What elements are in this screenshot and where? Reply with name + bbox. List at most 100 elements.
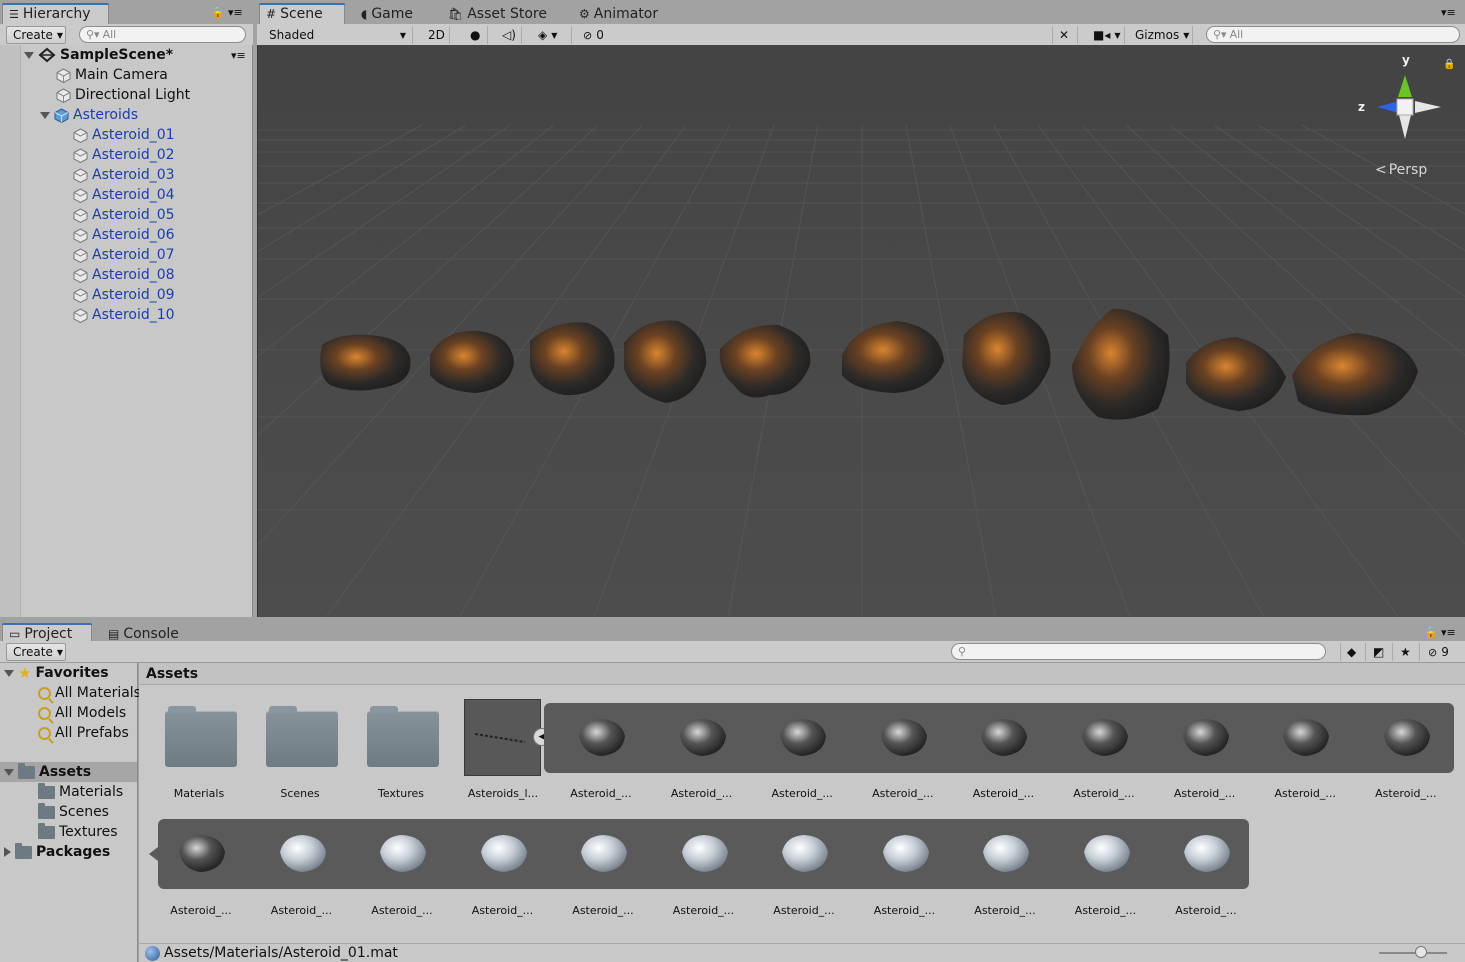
gizmos-dropdown[interactable]: Gizmos ▼ [1129,26,1193,44]
asset-folder-item[interactable]: Textures [38,822,118,842]
asteroid-material-icon [1082,719,1128,756]
create-button[interactable]: Create ▼ [6,643,66,661]
projection-toggle[interactable]: < Persp [1375,162,1427,178]
tab-asset-store[interactable]: 🛍 Asset Store [442,3,553,24]
hidden-objects-toggle[interactable]: ⊘ 0 [577,26,613,44]
scene-search-input[interactable]: ⚲▾ All [1206,26,1460,43]
shapes-icon: ◆ [1347,645,1357,659]
hierarchy-child-row[interactable]: Asteroid_07 [73,245,175,265]
save-search-button[interactable]: ★ [1394,643,1420,661]
hierarchy-item-asteroids[interactable]: Asteroids [40,105,138,125]
gameobject-cube-icon [73,187,88,203]
store-bag-icon: 🛍 [448,6,464,21]
hierarchy-child-row[interactable]: Asteroid_10 [73,305,175,325]
asteroid-material-icon [1083,835,1130,872]
pacman-icon: ◖ [361,6,368,21]
hierarchy-item-main-camera[interactable]: Main Camera [56,65,168,85]
collapse-arrow-icon[interactable] [4,768,14,776]
tools-toggle-button[interactable]: ✕ [1052,26,1078,44]
scene-panel: # Scene ◖ Game 🛍 Asset Store ⚙ Animator … [257,0,1465,617]
asteroid-material-icon [780,719,827,756]
effects-dropdown-button[interactable]: ◈ ▼ [532,26,572,44]
slider-handle[interactable] [1415,946,1427,958]
gameobject-cube-icon [73,307,88,323]
scene-viewport[interactable]: y z 🔒 < Persp [257,45,1465,617]
effects-layers-icon: ◈ [538,28,548,42]
crossed-tools-icon: ✕ [1059,28,1070,42]
model-thumbnail [464,699,541,776]
panel-menu-icon[interactable]: ▾≡ [1441,6,1456,19]
hierarchy-child-row[interactable]: Asteroid_05 [73,205,175,225]
axis-y-label: y [1402,53,1410,67]
list-icon: ☰ [9,7,19,21]
expand-arrow-icon[interactable] [4,847,11,857]
assets-root-row[interactable]: Assets [4,762,91,782]
lighting-toggle-button[interactable]: ● [464,26,488,44]
hidden-packages-toggle[interactable]: ⊘ 9 [1422,643,1460,661]
search-filter-icon [38,706,51,720]
project-folder-tree: ★ Favorites All Materials All Models All… [0,663,141,962]
scene-root-row[interactable]: SampleScene* [24,45,173,65]
create-button[interactable]: Create ▼ [6,26,66,44]
packages-row[interactable]: Packages [4,842,110,862]
prefab-cube-icon [54,107,69,123]
gameobject-cube-icon [56,87,71,103]
tab-game[interactable]: ◖ Game [355,3,419,24]
hierarchy-child-row[interactable]: Asteroid_09 [73,285,175,305]
panel-menu-icon[interactable]: ▾≡ [1441,626,1456,639]
selected-asset-path: Assets/Materials/Asteroid_01.mat [164,945,398,961]
hierarchy-search-input[interactable]: ⚲▾ All [79,26,246,43]
scene-toolbar: Shaded ▼ 2D ● ◁) ◈ ▼ ⊘ 0 ✕ ■◂ ▼ Gizmos ▼ [257,24,1465,46]
shading-mode-dropdown[interactable]: Shaded ▼ [263,26,413,44]
panel-menu-icon[interactable]: ▾≡ [228,6,243,19]
orientation-gizmo[interactable] [1355,55,1455,155]
asteroid-material-icon [1184,835,1230,872]
collapse-arrow-icon[interactable] [40,111,50,119]
audio-toggle-button[interactable]: ◁) [496,26,522,44]
lock-icon[interactable]: 🔒 [1424,626,1438,639]
asset-folder-item[interactable]: Materials [38,782,123,802]
2d-toggle-button[interactable]: 2D [422,26,450,44]
gameobject-cube-icon [73,247,88,263]
breadcrumb: Assets [139,663,1465,685]
folder-icon [367,706,439,767]
asteroid-material-icon [480,835,527,872]
tab-scene[interactable]: # Scene [259,3,345,24]
speaker-icon: ◁) [502,28,516,42]
asteroid-material-icon [581,835,627,872]
favorite-item[interactable]: All Prefabs [38,723,129,743]
hierarchy-child-row[interactable]: Asteroid_04 [73,185,175,205]
hierarchy-item-directional-light[interactable]: Directional Light [56,85,190,105]
favorite-item[interactable]: All Materials [38,683,141,703]
scene-menu-icon[interactable]: ▾≡ [231,49,246,62]
favorite-item[interactable]: All Models [38,703,126,723]
hierarchy-child-row[interactable]: Asteroid_06 [73,225,175,245]
hierarchy-child-row[interactable]: Asteroid_02 [73,145,175,165]
search-filter-icon [38,726,51,740]
tab-animator[interactable]: ⚙ Animator [573,3,664,24]
project-search-input[interactable]: ⚲ [951,643,1326,660]
asset-folder-item[interactable]: Scenes [38,802,109,822]
hierarchy-toolbar: Create ▼ ⚲▾ All [0,24,253,46]
lock-icon[interactable]: 🔒 [1443,59,1455,70]
asteroid-material-icon [981,719,1028,756]
filter-by-label-button[interactable]: ◩ [1367,643,1393,661]
camera-settings-button[interactable]: ■◂ ▼ [1087,26,1125,44]
gameobject-cube-icon [73,227,88,243]
lock-icon[interactable]: 🔒 [211,6,225,19]
hierarchy-child-row[interactable]: Asteroid_03 [73,165,175,185]
material-sphere-icon [145,945,160,961]
hierarchy-child-row[interactable]: Asteroid_01 [73,125,175,145]
collapse-arrow-icon[interactable] [4,669,14,677]
scene-tabbar: # Scene ◖ Game 🛍 Asset Store ⚙ Animator … [257,0,1465,24]
tab-hierarchy[interactable]: ☰ Hierarchy [2,3,109,24]
collapse-arrow-icon[interactable] [24,51,34,59]
hierarchy-child-row[interactable]: Asteroid_08 [73,265,175,285]
asteroid-models [320,308,1418,420]
thumbnail-size-slider[interactable] [1379,946,1447,958]
filter-by-type-button[interactable]: ◆ [1340,643,1366,661]
asteroid-material-icon [983,835,1029,872]
gameobject-cube-icon [73,167,88,183]
favorites-row[interactable]: ★ Favorites [4,663,109,683]
dropdown-arrow-icon: ▼ [56,647,64,657]
